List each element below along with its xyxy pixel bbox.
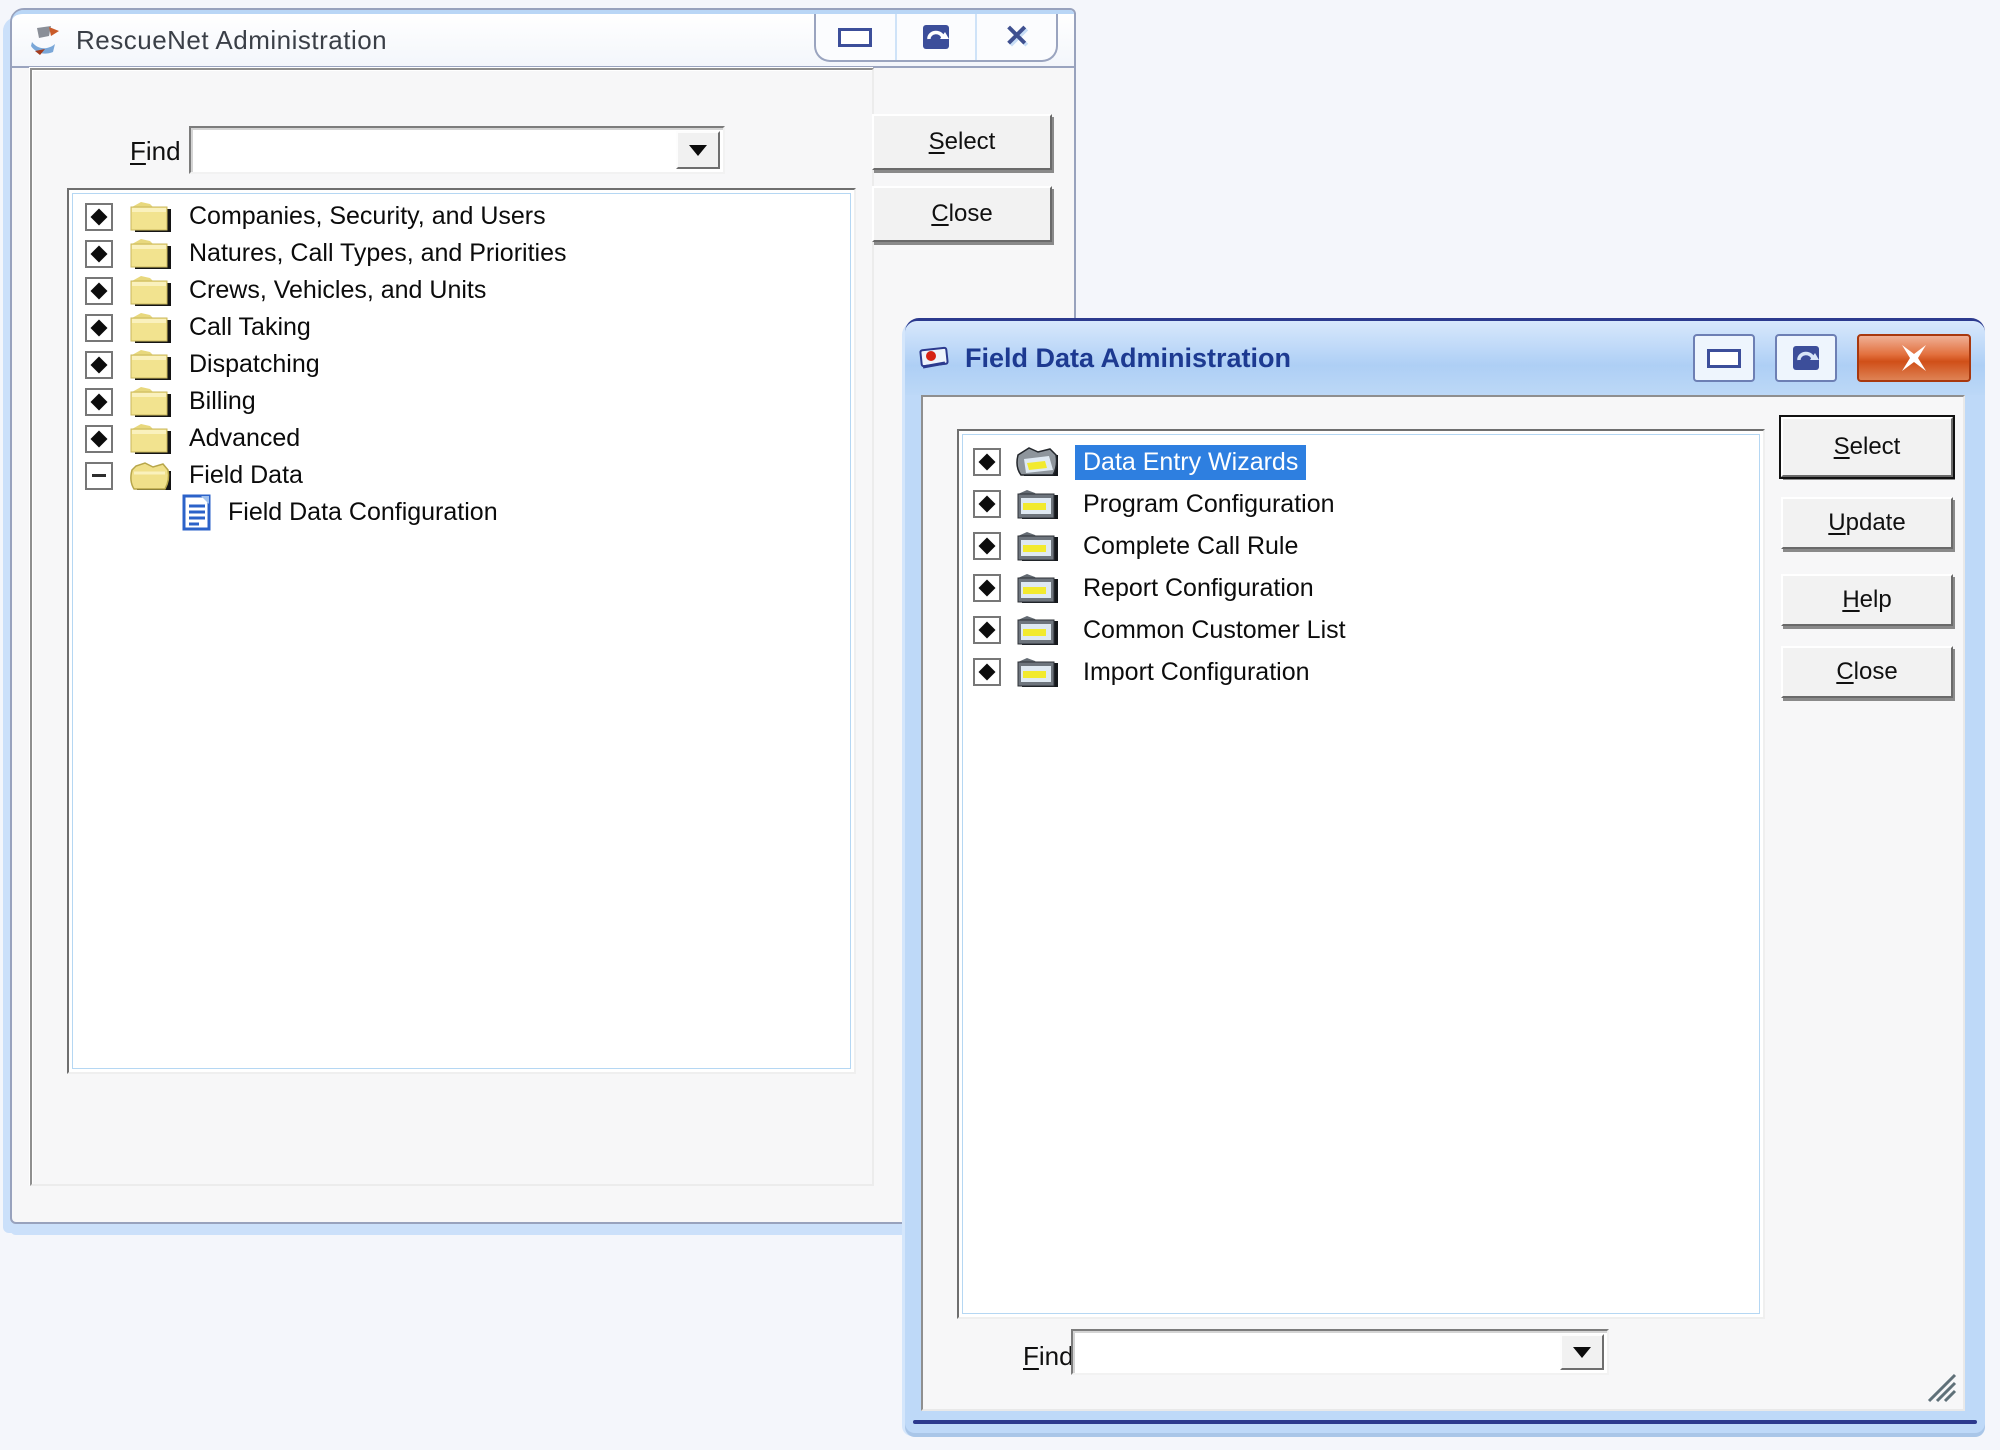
close-icon[interactable] — [1857, 334, 1971, 382]
plus-box-icon[interactable] — [973, 574, 1001, 602]
plus-box-icon[interactable] — [85, 388, 113, 416]
desktop: RescueNet Administration ✕ Find — [0, 0, 2000, 1450]
tree-item-dispatching[interactable]: Dispatching — [69, 346, 854, 383]
resize-grip-icon[interactable] — [1923, 1369, 1957, 1403]
tree-item-label: Companies, Security, and Users — [189, 202, 546, 231]
list-item-label: Complete Call Rule — [1075, 529, 1306, 564]
chevron-down-icon[interactable] — [1560, 1334, 1604, 1370]
tree-item-label: Natures, Call Types, and Priorities — [189, 239, 566, 268]
tree-item-label: Billing — [189, 387, 256, 416]
restore-icon[interactable] — [1775, 334, 1837, 382]
tree-item-label: Advanced — [189, 424, 300, 453]
tree-item-call-taking[interactable]: Call Taking — [69, 309, 854, 346]
tree-item-field-data[interactable]: Field Data — [69, 457, 854, 494]
field-data-category-list[interactable]: Data Entry Wizards Program Configuration — [957, 429, 1765, 1319]
tree-item-companies-security-users[interactable]: Companies, Security, and Users — [69, 198, 854, 235]
find-input[interactable] — [195, 132, 675, 168]
minimize-icon[interactable] — [816, 14, 895, 60]
list-item-data-entry-wizards[interactable]: Data Entry Wizards — [959, 441, 1763, 483]
restore-icon[interactable] — [895, 14, 976, 60]
folder-icon — [128, 273, 174, 309]
select-button[interactable]: Select — [1781, 417, 1953, 477]
folder-open-icon — [1015, 444, 1061, 480]
folder-icon — [1015, 612, 1061, 648]
admin-tree[interactable]: Companies, Security, and Users Natures, … — [67, 188, 856, 1074]
plus-box-icon[interactable] — [973, 616, 1001, 644]
list-item-label: Common Customer List — [1075, 613, 1354, 648]
folder-icon — [1015, 486, 1061, 522]
plus-box-icon[interactable] — [973, 490, 1001, 518]
minus-box-icon[interactable] — [85, 462, 113, 490]
tree-item-label: Field Data Configuration — [228, 498, 498, 527]
window2-content: Data Entry Wizards Program Configuration — [921, 395, 1965, 1411]
close-button[interactable]: Close — [872, 186, 1052, 242]
tree-item-label: Crews, Vehicles, and Units — [189, 276, 486, 305]
select-button[interactable]: Select — [872, 114, 1052, 170]
tree-item-label: Field Data — [189, 461, 303, 490]
tree-item-field-data-configuration[interactable]: Field Data Configuration — [69, 494, 854, 531]
window1-title: RescueNet Administration — [76, 25, 387, 56]
list-item-complete-call-rule[interactable]: Complete Call Rule — [959, 525, 1763, 567]
list-item-report-configuration[interactable]: Report Configuration — [959, 567, 1763, 609]
list-item-program-configuration[interactable]: Program Configuration — [959, 483, 1763, 525]
window2-titlebar: Field Data Administration — [905, 321, 1985, 395]
folder-icon — [128, 310, 174, 346]
plus-box-icon[interactable] — [85, 425, 113, 453]
list-item-label: Data Entry Wizards — [1075, 445, 1306, 480]
find-input[interactable] — [1077, 1335, 1559, 1369]
list-item-common-customer-list[interactable]: Common Customer List — [959, 609, 1763, 651]
tree-item-crews-vehicles-units[interactable]: Crews, Vehicles, and Units — [69, 272, 854, 309]
list-item-label: Program Configuration — [1075, 487, 1343, 522]
find-combobox[interactable] — [189, 126, 725, 174]
plus-box-icon[interactable] — [973, 448, 1001, 476]
folder-icon — [128, 199, 174, 235]
list-item-label: Import Configuration — [1075, 655, 1318, 690]
field-data-app-icon — [919, 343, 951, 373]
close-button[interactable]: Close — [1781, 646, 1953, 698]
help-button[interactable]: Help — [1781, 574, 1953, 626]
list-item-import-configuration[interactable]: Import Configuration — [959, 651, 1763, 693]
plus-box-icon[interactable] — [85, 240, 113, 268]
folder-icon — [128, 347, 174, 383]
plus-box-icon[interactable] — [85, 203, 113, 231]
plus-box-icon[interactable] — [973, 532, 1001, 560]
folder-icon — [1015, 654, 1061, 690]
folder-icon — [128, 236, 174, 272]
find-label: Find — [130, 136, 181, 167]
list-item-label: Report Configuration — [1075, 571, 1322, 606]
plus-box-icon[interactable] — [85, 314, 113, 342]
plus-box-icon[interactable] — [973, 658, 1001, 686]
plus-box-icon[interactable] — [85, 277, 113, 305]
find-combobox[interactable] — [1071, 1329, 1609, 1375]
chevron-down-icon[interactable] — [676, 131, 720, 169]
window1-caption-buttons: ✕ — [814, 14, 1058, 62]
folder-icon — [1015, 528, 1061, 564]
folder-open-icon — [128, 458, 174, 494]
close-icon[interactable]: ✕ — [975, 14, 1056, 60]
tree-item-billing[interactable]: Billing — [69, 383, 854, 420]
window2-title: Field Data Administration — [965, 343, 1673, 374]
window-field-data-administration: Field Data Administration — [905, 318, 1985, 1433]
document-icon — [181, 494, 213, 532]
update-button[interactable]: Update — [1781, 497, 1953, 549]
plus-box-icon[interactable] — [85, 351, 113, 379]
minimize-icon[interactable] — [1693, 334, 1755, 382]
tree-item-natures-calltypes-priorities[interactable]: Natures, Call Types, and Priorities — [69, 235, 854, 272]
tree-item-label: Dispatching — [189, 350, 320, 379]
find-label: Find — [1023, 1341, 1074, 1372]
folder-icon — [128, 384, 174, 420]
rescuenet-logo-icon — [28, 24, 62, 56]
folder-icon — [1015, 570, 1061, 606]
folder-icon — [128, 421, 174, 457]
tree-item-label: Call Taking — [189, 313, 311, 342]
tree-item-advanced[interactable]: Advanced — [69, 420, 854, 457]
